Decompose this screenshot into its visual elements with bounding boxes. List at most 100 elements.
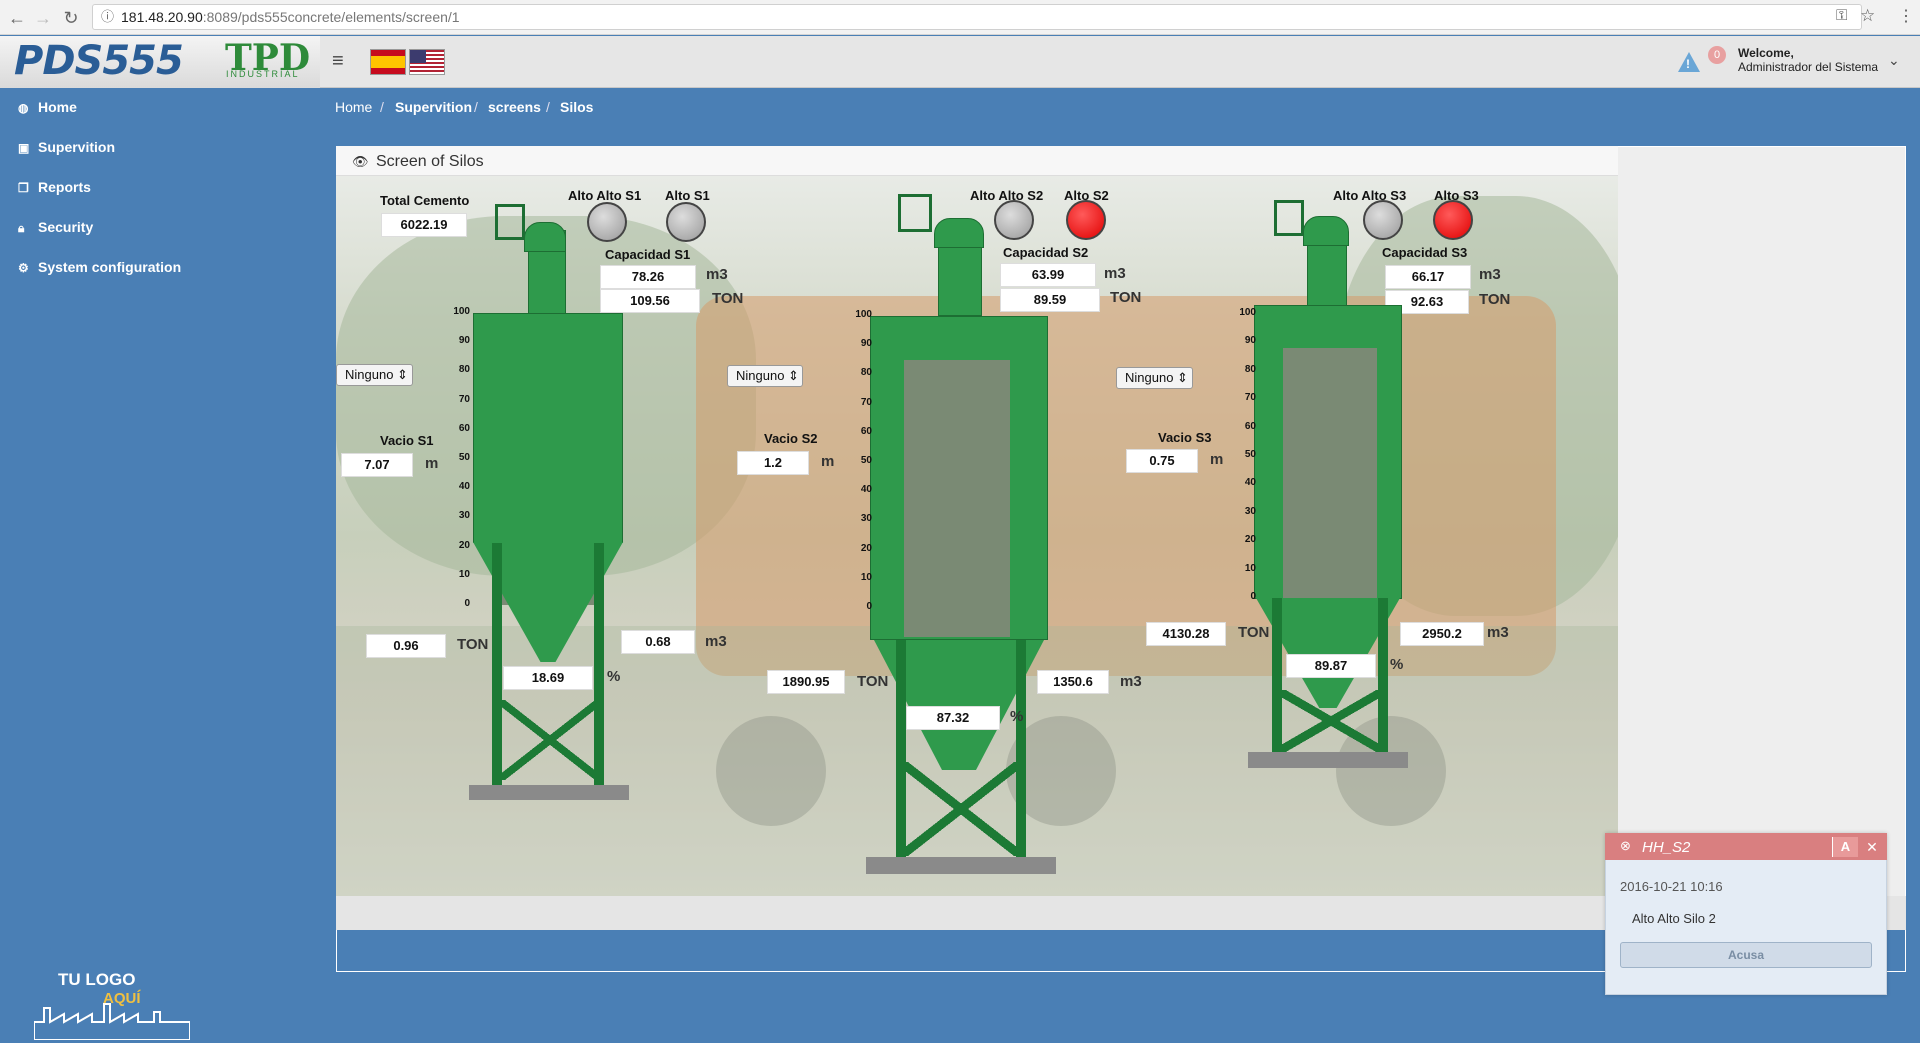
silo-1-scale: 100 90 80 70 60 50 40 30 20 10 0 bbox=[448, 306, 474, 609]
factory-logo-icon bbox=[34, 1003, 190, 1040]
back-icon[interactable]: ← bbox=[6, 7, 28, 29]
spain-flag-icon[interactable] bbox=[370, 49, 406, 75]
scale-tick-label: 30 bbox=[458, 510, 470, 522]
alert-count-badge[interactable]: 0 bbox=[1708, 46, 1726, 64]
scale-tick-label: 70 bbox=[1244, 392, 1256, 404]
breadcrumb-home[interactable]: Home bbox=[335, 99, 372, 115]
scale-tick-label: 40 bbox=[458, 481, 470, 493]
silo-3-ton-unit: TON bbox=[1238, 624, 1270, 641]
breadcrumb-separator: / bbox=[380, 99, 384, 115]
scale-tick-label: 100 bbox=[1239, 307, 1256, 318]
silo-1-select[interactable]: Ninguno ⇕ bbox=[336, 364, 413, 386]
silo-1-h-label: Alto S1 bbox=[665, 188, 710, 203]
scale-tick-label: 50 bbox=[458, 452, 470, 463]
silo-2-vacio-label: Vacio S2 bbox=[764, 431, 818, 446]
close-icon[interactable]: ✕ bbox=[1862, 837, 1882, 857]
eye-icon: 👁︎ bbox=[352, 154, 369, 169]
scale-tick-label: 10 bbox=[1244, 562, 1256, 574]
silo-3-select[interactable]: Ninguno ⇕ bbox=[1116, 367, 1193, 389]
sidebar-item-label: Security bbox=[38, 219, 94, 235]
user-name[interactable]: Administrador del Sistema bbox=[1738, 60, 1878, 74]
silo-1-vacio-value: 7.07 bbox=[341, 453, 413, 477]
silo-2-motor bbox=[934, 218, 984, 248]
scale-tick-label: 0 bbox=[464, 598, 470, 609]
chevron-down-icon[interactable]: ⌄ bbox=[1888, 52, 1900, 69]
scale-tick-label: 70 bbox=[458, 393, 470, 405]
acknowledge-button[interactable]: A bbox=[1832, 837, 1858, 857]
silo-2-capacity-m3-unit: m3 bbox=[1104, 265, 1126, 282]
silo-1-capacity-ton: 109.56 bbox=[600, 289, 700, 313]
forward-icon[interactable]: → bbox=[32, 7, 54, 29]
close-circle-icon[interactable]: ⊗ bbox=[1620, 838, 1631, 854]
silo-2-capacity-label: Capacidad S2 bbox=[1003, 245, 1089, 260]
star-icon[interactable]: ☆ bbox=[1860, 6, 1875, 26]
scale-tick-label: 30 bbox=[1244, 505, 1256, 517]
scale-tick-label: 60 bbox=[860, 425, 872, 437]
silo-3-vacio-unit: m bbox=[1210, 451, 1224, 468]
silo-3-select-value: Ninguno bbox=[1125, 370, 1174, 385]
url-host: 181.48.20.90 bbox=[121, 9, 203, 25]
silo-3-capacity-m3: 66.17 bbox=[1385, 265, 1471, 289]
silo-3-hh-label: Alto Alto S3 bbox=[1333, 188, 1407, 203]
sidebar-item-home[interactable]: ◍ Home bbox=[18, 99, 77, 115]
sidebar-item-system-configuration[interactable]: ⚙ System configuration bbox=[18, 259, 181, 275]
scale-tick-label: 0 bbox=[866, 601, 872, 612]
silo-2-percent-value: 87.32 bbox=[906, 706, 1000, 730]
scale-tick-label: 30 bbox=[860, 513, 872, 525]
sidebar-item-security[interactable]: 🔒︎ Security bbox=[18, 219, 93, 236]
silo-2-railing bbox=[898, 194, 932, 232]
notification-message: Alto Alto Silo 2 bbox=[1632, 911, 1716, 926]
scale-tick-label: 90 bbox=[1244, 335, 1256, 347]
acusa-button[interactable]: Acusa bbox=[1620, 942, 1872, 968]
welcome-text: Welcome, bbox=[1738, 46, 1794, 60]
reload-icon[interactable]: ↻ bbox=[60, 7, 82, 29]
scale-tick-label: 20 bbox=[458, 539, 470, 551]
silo-1-ton-unit: TON bbox=[457, 636, 489, 653]
silo-2-scale: 100 90 80 70 60 50 40 30 20 10 0 bbox=[850, 309, 876, 612]
silo-1-ton-value: 0.96 bbox=[366, 634, 446, 658]
warning-icon[interactable]: ! bbox=[1678, 52, 1700, 72]
silo-1-vacio-label: Vacio S1 bbox=[380, 433, 434, 448]
key-icon[interactable]: ⚿ bbox=[1836, 7, 1847, 24]
silo-2-percent-unit: % bbox=[1010, 708, 1024, 725]
play-square-icon: ▣ bbox=[18, 141, 30, 155]
usa-flag-icon[interactable] bbox=[409, 49, 445, 75]
menu-dots-icon[interactable]: ⋮ bbox=[1898, 6, 1914, 26]
scale-tick-label: 90 bbox=[458, 335, 470, 347]
notification-title: HH_S2 bbox=[1642, 839, 1691, 856]
silo-2-base bbox=[866, 857, 1056, 874]
hamburger-menu-icon[interactable]: ≡ bbox=[332, 50, 344, 73]
silo-3-percent-value: 89.87 bbox=[1286, 654, 1376, 678]
scale-tick-label: 80 bbox=[1244, 363, 1256, 375]
silo-3-base bbox=[1248, 752, 1408, 768]
scale-tick-label: 70 bbox=[860, 396, 872, 408]
breadcrumb-separator: / bbox=[474, 99, 478, 115]
scale-tick-label: 50 bbox=[1244, 449, 1256, 460]
info-icon[interactable]: ⓘ bbox=[101, 5, 114, 29]
silo-3-fill-level bbox=[1283, 348, 1377, 598]
silo-3-capacity-ton-unit: TON bbox=[1479, 291, 1511, 308]
pds-logo[interactable]: PDS555 bbox=[14, 38, 184, 84]
footer-logo-text: TU LOGO bbox=[58, 970, 136, 989]
sidebar-item-reports[interactable]: ❐ Reports bbox=[18, 179, 91, 195]
silo-2-m3-value: 1350.6 bbox=[1037, 670, 1109, 694]
lock-icon: 🔒︎ bbox=[18, 221, 25, 235]
silo-3-m3-value: 2950.2 bbox=[1400, 622, 1484, 646]
sidebar-item-supervition[interactable]: ▣ Supervition bbox=[18, 139, 115, 155]
silo-3-ton-value: 4130.28 bbox=[1146, 622, 1226, 646]
silo-2-ton-value: 1890.95 bbox=[767, 670, 845, 694]
silo-2-select[interactable]: Ninguno ⇕ bbox=[727, 365, 803, 387]
address-bar[interactable]: ⓘ 181.48.20.90:8089/pds555concrete/eleme… bbox=[92, 4, 1862, 30]
gear-icon: ⚙ bbox=[18, 261, 29, 275]
silo-3-hh-lamp bbox=[1363, 200, 1403, 240]
breadcrumb-screens[interactable]: screens bbox=[488, 99, 541, 115]
scale-tick-label: 100 bbox=[855, 309, 872, 320]
sidebar-item-label: Reports bbox=[38, 179, 91, 195]
silo-3-percent-unit: % bbox=[1390, 656, 1404, 673]
silo-1-capacity-m3: 78.26 bbox=[600, 265, 696, 289]
breadcrumb-supervition[interactable]: Supervition bbox=[395, 99, 472, 115]
silo-3-scale: 100 90 80 70 60 50 40 30 20 10 0 bbox=[1234, 307, 1260, 602]
silo-2-m3-unit: m3 bbox=[1120, 673, 1142, 690]
scale-tick-label: 60 bbox=[458, 422, 470, 434]
scale-tick-label: 0 bbox=[1250, 591, 1256, 602]
